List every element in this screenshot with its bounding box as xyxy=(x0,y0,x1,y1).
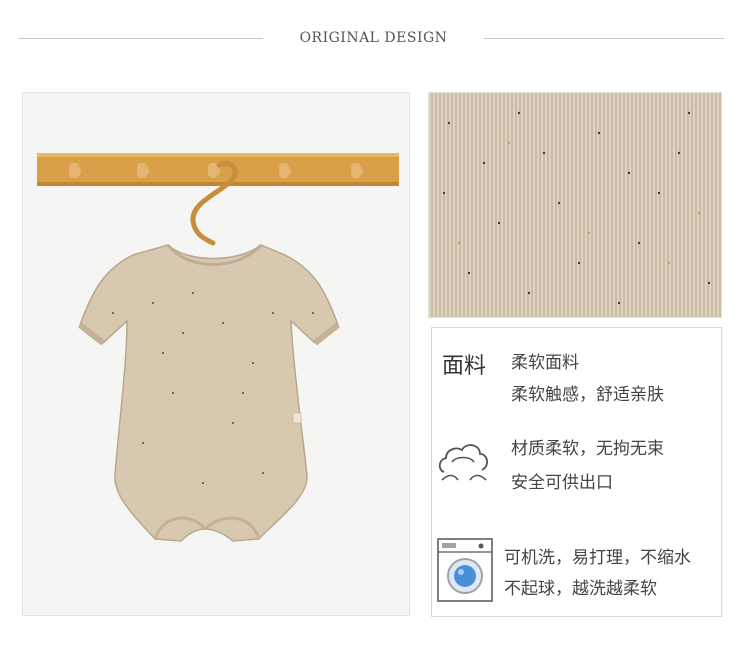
header-divider-left xyxy=(18,38,263,39)
cloud-line-2: 安全可供出口 xyxy=(511,473,613,493)
feature-panel: 面料 柔软面料 柔软触感，舒适亲肤 材质柔软，无拘无束 安全可供出口 可机洗，易… xyxy=(431,327,722,617)
garment-tag xyxy=(292,412,302,424)
bodysuit-illustration xyxy=(37,153,399,542)
product-photo xyxy=(22,92,410,616)
fabric-closeup xyxy=(428,92,722,318)
cloud-line-1: 材质柔软，无拘无束 xyxy=(511,439,664,459)
fabric-speckle-pattern xyxy=(442,111,711,305)
header-divider-right xyxy=(484,38,724,39)
wash-line-1: 可机洗，易打理，不缩水 xyxy=(504,548,691,568)
fabric-line-2: 柔软触感，舒适亲肤 xyxy=(511,385,664,405)
washing-machine-icon xyxy=(437,538,493,602)
fabric-heading: 面料 xyxy=(442,354,487,379)
soft-cloud-icon xyxy=(438,444,488,481)
section-title: ORIGINAL DESIGN xyxy=(299,30,448,46)
wash-line-2: 不起球，越洗越柔软 xyxy=(504,579,657,599)
fabric-line-1: 柔软面料 xyxy=(511,353,579,373)
bodysuit xyxy=(79,244,339,542)
